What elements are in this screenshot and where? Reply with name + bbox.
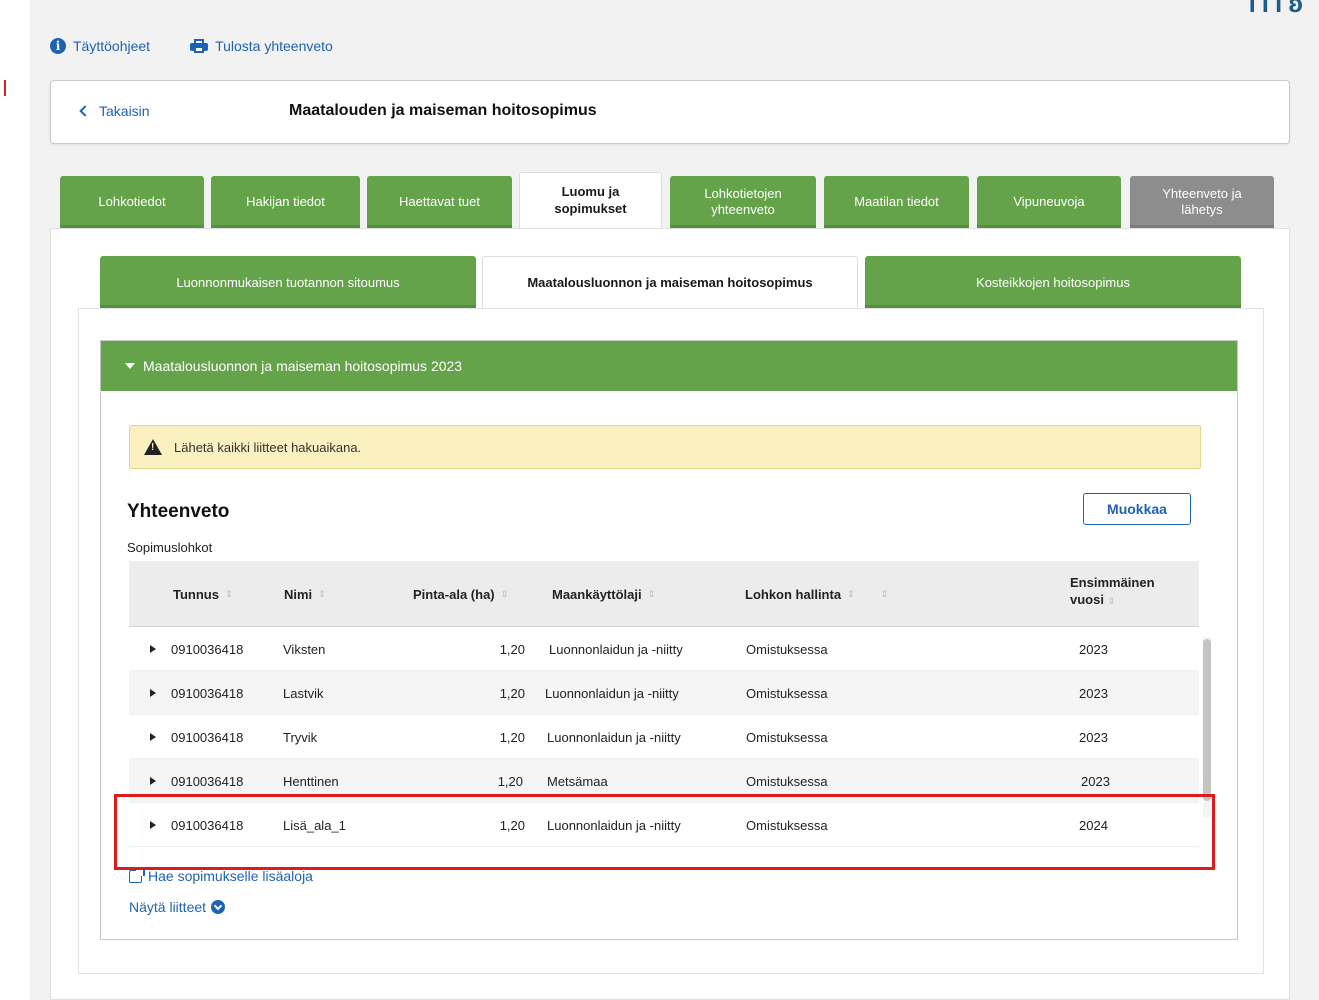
sort-icon: ⇕ xyxy=(500,589,509,599)
warning-text: Lähetä kaikki liitteet hakuaikana. xyxy=(174,439,362,455)
cell-vuosi: 2023 xyxy=(1079,729,1108,745)
caret-right-icon xyxy=(150,645,156,653)
column-header-maankayttolaji-label: Maankäyttölaji xyxy=(552,587,642,602)
red-corner-mark xyxy=(0,80,6,96)
table-scrollbar-thumb[interactable] xyxy=(1203,639,1211,801)
sub-tabs: Luonnonmukaisen tuotannon sitoumus Maata… xyxy=(100,256,1241,308)
show-attachments-link-label: Näytä liitteet xyxy=(129,899,207,915)
accordion-title: Maatalousluonnon ja maiseman hoitosopimu… xyxy=(143,358,463,374)
chevron-down-circle-icon xyxy=(211,900,226,914)
print-summary-link[interactable]: Tulosta yhteenveto xyxy=(190,38,333,54)
edit-button[interactable]: Muokkaa xyxy=(1083,493,1191,525)
column-header-vuosi-line2: vuosi ⇕ xyxy=(1070,592,1115,607)
sort-icon: ⇕ xyxy=(647,589,656,599)
summary-title: Yhteenveto xyxy=(127,501,230,522)
tab-lohkotietojen-yhteenveto-label: Lohkotietojen yhteenveto xyxy=(704,185,782,217)
main-tabs: Lohkotiedot Hakijan tiedot Haettavat tue… xyxy=(60,172,1280,228)
tab-yhteenveto-ja-lahetys[interactable]: Yhteenveto ja lähetys xyxy=(1130,176,1274,228)
table-header: Tunnus ⇕ Nimi ⇕ Pinta-ala (ha) ⇕ Maankäyttö… xyxy=(129,561,1199,627)
cell-tunnus: 0910036418 xyxy=(171,685,244,701)
sort-icon: ⇕ xyxy=(1107,596,1116,606)
accordion-header[interactable]: Maatalousluonnon ja maiseman hoitosopimu… xyxy=(101,341,1237,391)
highlight-annotation xyxy=(114,794,1215,870)
add-areas-link[interactable]: Hae sopimukselle lisäaloja xyxy=(129,866,313,884)
column-header-hallinta[interactable]: Lohkon hallinta ⇕ ⇕ xyxy=(745,587,888,602)
logo-fragment: ılıʚ xyxy=(1248,0,1309,18)
external-link-icon xyxy=(129,866,145,883)
column-header-nimi-label: Nimi xyxy=(284,587,313,602)
subtab-kosteikkojen-hoitosopimus[interactable]: Kosteikkojen hoitosopimus xyxy=(865,256,1241,308)
tab-maatilan-tiedot[interactable]: Maatilan tiedot xyxy=(824,176,969,228)
table-row[interactable]: 0910036418 Tryvik 1,20 Luonnonlaidun ja … xyxy=(129,715,1199,759)
sort-icon: ⇕ xyxy=(318,589,326,599)
caret-right-icon xyxy=(150,733,156,741)
row-expand-toggle[interactable] xyxy=(150,627,156,671)
cell-nimi: Lastvik xyxy=(283,685,324,701)
cell-vuosi: 2023 xyxy=(1079,685,1108,701)
top-links: i Täyttöohjeet Tulosta yhteenveto xyxy=(50,38,333,54)
show-attachments-link[interactable]: Näytä liitteet xyxy=(129,899,226,915)
add-areas-link-label: Hae sopimukselle lisäaloja xyxy=(148,868,313,884)
subtab-maatalousluonnon-hoitosopimus[interactable]: Maatalousluonnon ja maiseman hoitosopimu… xyxy=(482,256,858,308)
cell-maankayttolaji: Luonnonlaidun ja -niitty xyxy=(547,729,681,745)
cell-nimi: Tryvik xyxy=(283,729,318,745)
cell-hallinta: Omistuksessa xyxy=(746,685,828,701)
back-link[interactable]: Takaisin xyxy=(79,103,150,119)
column-header-pinta-ala[interactable]: Pinta-ala (ha) ⇕ xyxy=(413,587,508,602)
page-title: Maatalouden ja maiseman hoitosopimus xyxy=(289,102,597,119)
column-header-nimi[interactable]: Nimi ⇕ xyxy=(284,587,326,602)
warning-icon xyxy=(144,439,162,455)
row-expand-toggle[interactable] xyxy=(150,715,156,759)
cell-nimi: Viksten xyxy=(283,641,326,657)
tab-luomu-ja-sopimukset-label: Luomu ja sopimukset xyxy=(554,184,627,216)
subtab-luonnonmukaisen-tuotannon-sitoumus[interactable]: Luonnonmukaisen tuotannon sitoumus xyxy=(100,256,476,308)
cell-hallinta: Omistuksessa xyxy=(746,729,828,745)
cell-pinta-ala: 1,20 xyxy=(499,729,525,745)
table-row[interactable]: 0910036418 Viksten 1,20 Luonnonlaidun ja… xyxy=(129,627,1199,671)
chevron-left-icon xyxy=(79,105,91,117)
tab-yhteenveto-ja-lahetys-label: Yhteenveto ja lähetys xyxy=(1162,185,1242,217)
back-link-label: Takaisin xyxy=(99,103,150,119)
info-icon: i xyxy=(50,38,66,54)
tab-lohkotiedot[interactable]: Lohkotiedot xyxy=(60,176,204,228)
column-header-maankayttolaji[interactable]: Maankäyttölaji ⇕ xyxy=(552,587,655,602)
left-margin xyxy=(0,0,30,1000)
cell-tunnus: 0910036418 xyxy=(171,641,244,657)
caret-right-icon xyxy=(150,689,156,697)
tab-haettavat-tuet[interactable]: Haettavat tuet xyxy=(367,176,512,228)
tab-luomu-ja-sopimukset[interactable]: Luomu ja sopimukset xyxy=(519,172,662,228)
column-header-ensimmainen-vuosi[interactable]: Ensimmäinen vuosi ⇕ xyxy=(1070,575,1155,607)
column-header-vuosi-line1: Ensimmäinen xyxy=(1070,575,1155,590)
warning-banner: Lähetä kaikki liitteet hakuaikana. xyxy=(129,425,1201,469)
sort-icon: ⇕ xyxy=(880,589,889,599)
cell-hallinta: Omistuksessa xyxy=(746,641,828,657)
column-header-tunnus-label: Tunnus xyxy=(173,587,219,602)
instructions-link[interactable]: i Täyttöohjeet xyxy=(50,38,150,54)
column-header-tunnus[interactable]: Tunnus ⇕ xyxy=(173,587,233,602)
column-header-hallinta-label: Lohkon hallinta xyxy=(745,587,842,602)
sort-icon: ⇕ xyxy=(847,589,855,599)
caret-right-icon xyxy=(150,777,156,785)
cell-pinta-ala: 1,20 xyxy=(499,641,525,657)
cell-tunnus: 0910036418 xyxy=(171,729,244,745)
column-header-pinta-ala-label: Pinta-ala (ha) xyxy=(413,587,495,602)
instructions-link-label: Täyttöohjeet xyxy=(73,38,151,54)
cell-pinta-ala: 1,20 xyxy=(499,685,525,701)
row-expand-toggle[interactable] xyxy=(150,671,156,715)
cell-maankayttolaji: Luonnonlaidun ja -niitty xyxy=(545,685,679,701)
print-summary-link-label: Tulosta yhteenveto xyxy=(215,38,333,54)
header-card: Takaisin Maatalouden ja maiseman hoitoso… xyxy=(50,80,1290,144)
table-row[interactable]: 0910036418 Lastvik 1,20 Luonnonlaidun ja… xyxy=(129,671,1199,715)
section-label: Sopimuslohkot xyxy=(127,540,213,555)
tab-vipuneuvoja[interactable]: Vipuneuvoja xyxy=(977,176,1121,228)
sort-icon: ⇕ xyxy=(224,589,233,599)
cell-vuosi: 2023 xyxy=(1079,641,1108,657)
column-header-vuosi-line2-label: vuosi xyxy=(1070,592,1104,607)
printer-icon xyxy=(190,39,209,53)
cell-maankayttolaji: Luonnonlaidun ja -niitty xyxy=(549,641,683,657)
tab-lohkotietojen-yhteenveto[interactable]: Lohkotietojen yhteenveto xyxy=(670,176,816,228)
caret-down-icon xyxy=(125,363,135,369)
tab-hakijan-tiedot[interactable]: Hakijan tiedot xyxy=(211,176,360,228)
